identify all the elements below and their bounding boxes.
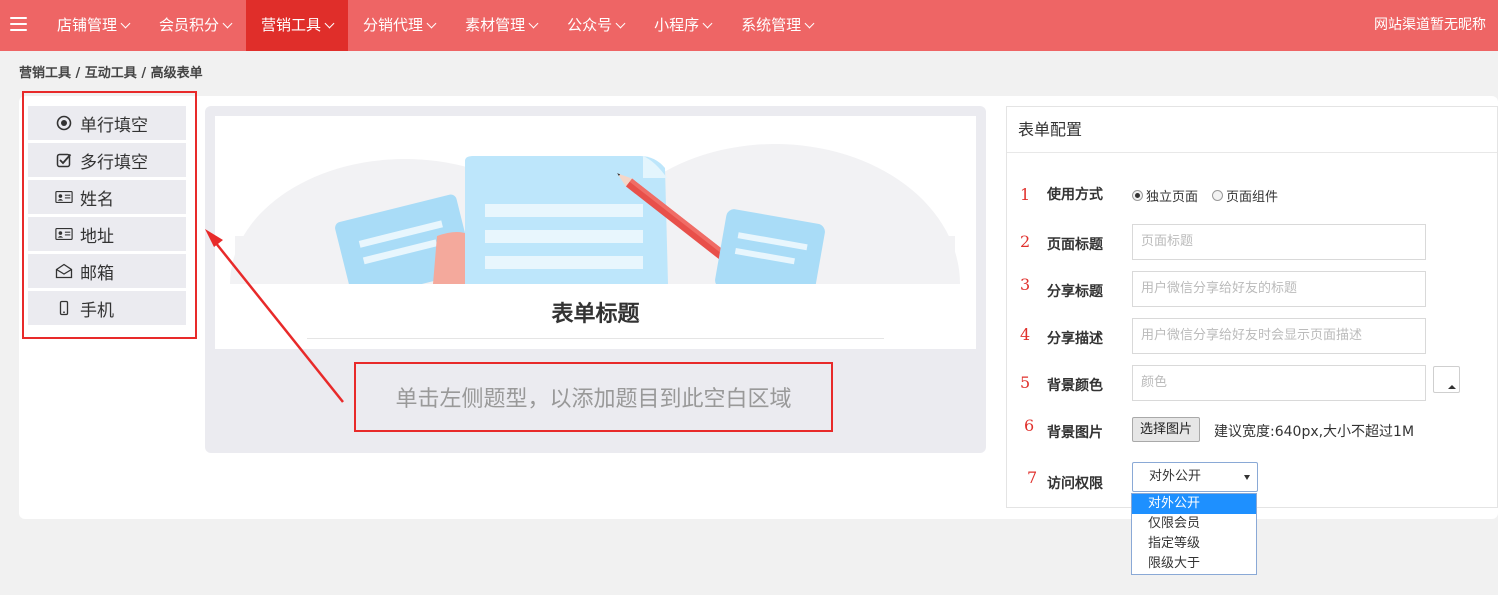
row-number: 4 [1020, 325, 1031, 344]
page-title-input[interactable]: 页面标题 [1132, 224, 1426, 260]
dropdown-option[interactable]: 对外公开 [1132, 494, 1256, 514]
radio-component[interactable] [1212, 190, 1224, 201]
red-arrow-annotation [205, 229, 344, 403]
row-number: 5 [1020, 373, 1031, 392]
access-dropdown-list: 对外公开 仅限会员 指定等级 限级大于 [1131, 493, 1257, 575]
dropdown-option[interactable]: 仅限会员 [1132, 514, 1256, 534]
radio-standalone[interactable] [1132, 190, 1143, 201]
usage-label: 使用方式 [1047, 187, 1103, 203]
breadcrumb: 营销工具 / 互动工具 / 高级表单 [19, 66, 203, 81]
choose-image-button[interactable]: 选择图片 [1132, 417, 1201, 442]
chevron-down-icon [324, 18, 335, 29]
form-config-panel: 表单配置 1 使用方式 独立页面 页面组件 2 页面标题 页面标题 3 分享标题… [1006, 106, 1498, 508]
chevron-down-icon [120, 18, 131, 29]
chevron-down-icon [702, 18, 713, 29]
caret-down-icon [1244, 475, 1250, 480]
main-nav: 店铺管理 会员积分 营销工具 分销代理 素材管理 公众号 小程序 系统管理 [42, 0, 828, 51]
nav-item-materials[interactable]: 素材管理 [450, 0, 552, 51]
top-navbar: 店铺管理 会员积分 营销工具 分销代理 素材管理 公众号 小程序 系统管理 网站… [0, 0, 1498, 51]
chevron-down-icon [426, 18, 437, 29]
nav-item-official-account[interactable]: 公众号 [552, 0, 639, 51]
bg-color-label: 背景颜色 [1047, 378, 1103, 394]
radio-label: 独立页面 [1146, 190, 1199, 205]
select-value: 对外公开 [1149, 469, 1202, 484]
nav-item-store[interactable]: 店铺管理 [42, 0, 144, 51]
nav-item-mini-program[interactable]: 小程序 [639, 0, 726, 51]
access-label: 访问权限 [1047, 476, 1103, 492]
row-number: 7 [1027, 468, 1038, 487]
page-title-label: 页面标题 [1047, 237, 1103, 253]
site-name[interactable]: 网站渠道暂无昵称 [1374, 0, 1486, 51]
bg-color-input[interactable]: 颜色 [1132, 365, 1426, 401]
usage-radio-group: 独立页面 页面组件 [1132, 186, 1278, 205]
share-title-input[interactable]: 用户微信分享给好友的标题 [1132, 271, 1426, 307]
chevron-down-icon [615, 18, 626, 29]
highlight-box-left [22, 91, 197, 339]
chevron-down-icon [528, 18, 539, 29]
nav-item-members[interactable]: 会员积分 [144, 0, 246, 51]
access-select[interactable]: 对外公开 [1132, 462, 1258, 492]
nav-item-marketing[interactable]: 营销工具 [246, 0, 349, 51]
config-title: 表单配置 [1007, 107, 1497, 153]
dropdown-option[interactable]: 限级大于 [1132, 554, 1256, 574]
chevron-down-icon [804, 18, 815, 29]
share-title-label: 分享标题 [1047, 284, 1103, 300]
menu-icon[interactable] [10, 17, 27, 32]
row-number: 6 [1024, 416, 1035, 435]
add-question-hint: 单击左侧题型，以添加题目到此空白区域 [354, 362, 833, 432]
nav-item-system[interactable]: 系统管理 [726, 0, 828, 51]
row-number: 2 [1020, 232, 1031, 251]
image-size-hint: 建议宽度:640px,大小不超过1M [1214, 424, 1415, 440]
bg-image-label: 背景图片 [1047, 425, 1103, 441]
row-number: 1 [1020, 185, 1031, 204]
row-number: 3 [1020, 275, 1031, 294]
radio-label: 页面组件 [1226, 190, 1279, 205]
nav-item-distribution[interactable]: 分销代理 [348, 0, 450, 51]
chevron-down-icon [222, 18, 233, 29]
divider [307, 338, 884, 339]
share-desc-label: 分享描述 [1047, 331, 1103, 347]
color-picker-swatch[interactable] [1433, 366, 1460, 393]
share-desc-input[interactable]: 用户微信分享给好友时会显示页面描述 [1132, 318, 1426, 354]
dropdown-option[interactable]: 指定等级 [1132, 534, 1256, 554]
